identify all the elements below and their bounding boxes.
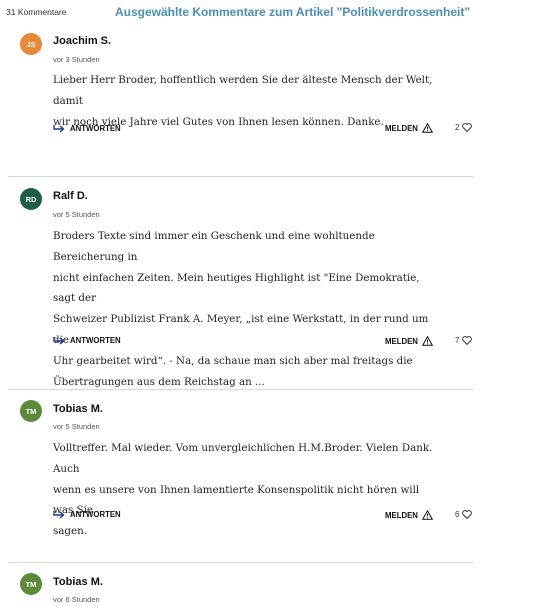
divider <box>8 389 473 390</box>
report-label: MELDEN <box>385 510 418 520</box>
comment-text-line: Broders Texte sind immer ein Geschenk un… <box>53 230 375 263</box>
heart-icon <box>462 336 473 345</box>
like-count: 7 <box>455 336 460 345</box>
reply-button[interactable]: ANTWORTEN <box>53 123 121 133</box>
reply-label: ANTWORTEN <box>70 123 121 133</box>
comment-text-line: Uhr gearbeitet wird“. - Na, da schaue ma… <box>53 354 413 367</box>
comment-text: Volltreffer. Mal wieder. Vom unvergleich… <box>53 438 433 542</box>
reply-button[interactable]: ANTWORTEN <box>53 335 121 345</box>
reply-arrow-icon <box>53 335 66 345</box>
report-label: MELDEN <box>385 123 418 133</box>
reply-label: ANTWORTEN <box>70 335 121 345</box>
comment-text-line: nicht einfachen Zeiten. Mein heutiges Hi… <box>53 271 420 305</box>
report-button[interactable]: MELDEN <box>385 510 433 520</box>
comment-author[interactable]: Tobias M. <box>53 576 103 588</box>
comment-text-line: Lieber Herr Broder, hoffentlich werden S… <box>53 74 433 107</box>
reply-arrow-icon <box>53 123 66 133</box>
comment-time: vor 5 Stunden <box>53 422 100 431</box>
avatar[interactable]: JS <box>20 33 42 55</box>
comment-text-line: sagen. <box>53 525 88 538</box>
like-button[interactable]: 6 <box>455 510 473 519</box>
warning-icon <box>421 510 433 520</box>
reply-button[interactable]: ANTWORTEN <box>53 509 121 519</box>
like-button[interactable]: 7 <box>455 336 473 345</box>
comment-author[interactable]: Joachim S. <box>53 35 111 47</box>
page-title: Ausgewählte Kommentare zum Artikel "Poli… <box>115 5 471 19</box>
comment-time: vor 5 Stunden <box>53 210 100 219</box>
report-button[interactable]: MELDEN <box>385 123 433 133</box>
warning-icon <box>421 336 433 346</box>
report-label: MELDEN <box>385 336 418 346</box>
comment-text: Broders Texte sind immer ein Geschenk un… <box>53 226 433 392</box>
like-count: 6 <box>455 510 460 519</box>
report-button[interactable]: MELDEN <box>385 336 433 346</box>
heart-icon <box>462 510 473 519</box>
heart-icon <box>462 123 473 132</box>
divider <box>8 176 473 177</box>
like-button[interactable]: 2 <box>455 123 473 132</box>
avatar[interactable]: TM <box>20 573 42 595</box>
comment-count: 31 Kommentare <box>6 7 67 17</box>
reply-label: ANTWORTEN <box>70 509 121 519</box>
reply-arrow-icon <box>53 509 66 519</box>
avatar[interactable]: TM <box>20 400 42 422</box>
comment-author[interactable]: Tobias M. <box>53 403 103 415</box>
comment-text-line: Volltreffer. Mal wieder. Vom unvergleich… <box>53 442 433 475</box>
divider <box>8 562 473 563</box>
warning-icon <box>421 123 433 133</box>
like-count: 2 <box>455 123 460 132</box>
comment-author[interactable]: Ralf D. <box>53 190 88 202</box>
comment-time: vor 3 Stunden <box>53 55 100 64</box>
comment-time: vor 6 Stunden <box>53 595 100 604</box>
avatar[interactable]: RD <box>20 188 42 210</box>
